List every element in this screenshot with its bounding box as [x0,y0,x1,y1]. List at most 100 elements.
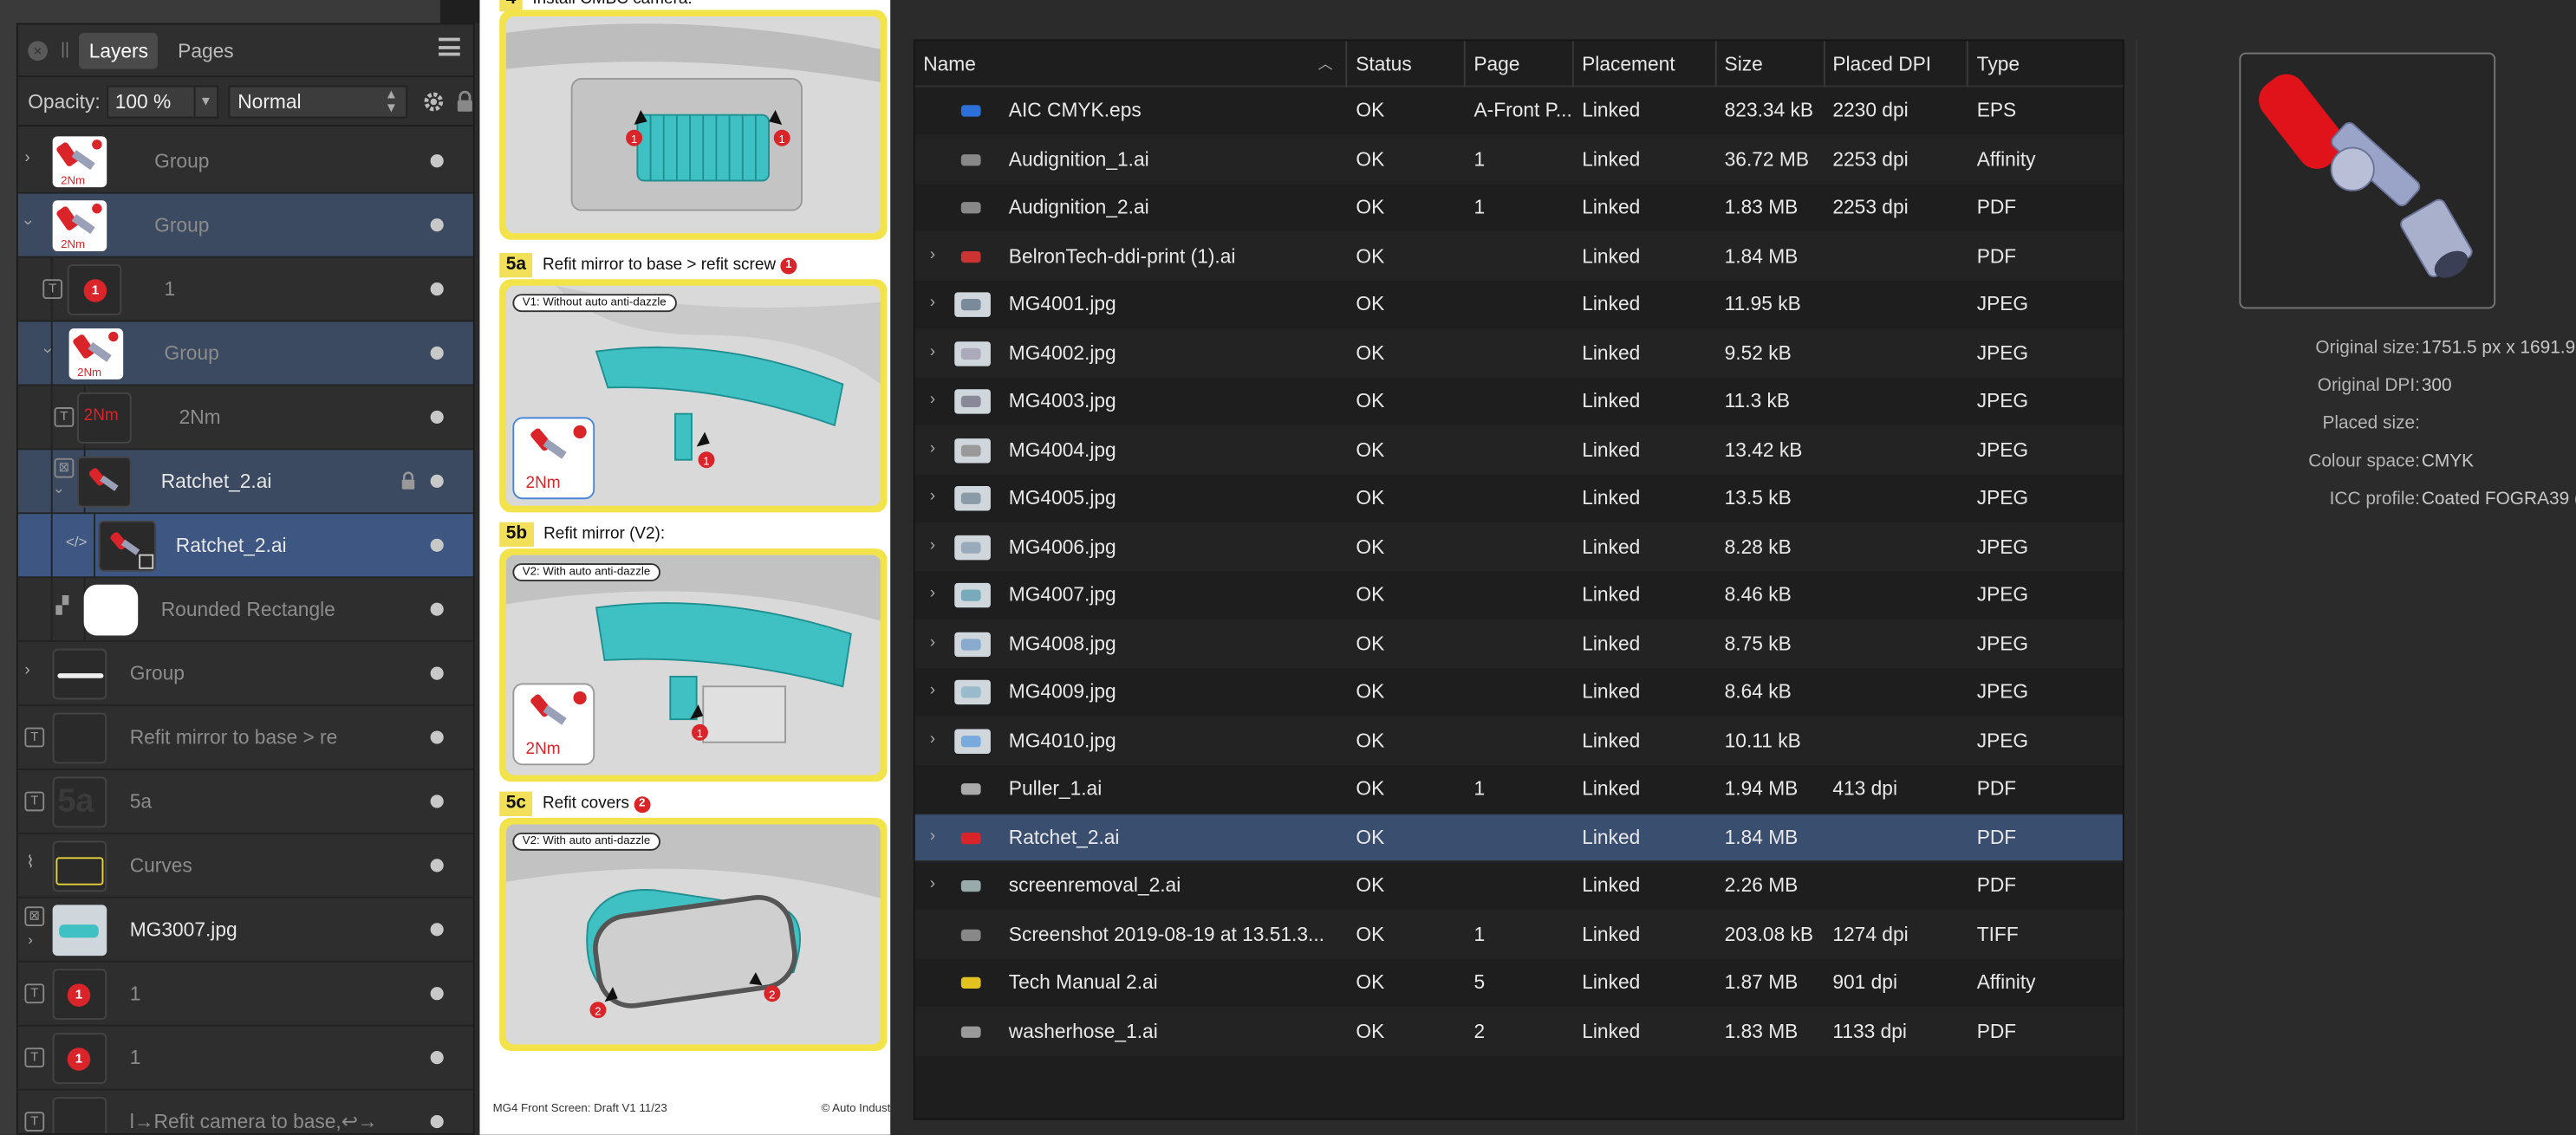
visibility-dot-icon[interactable] [430,987,444,1001]
layer-row[interactable]: T 1 1 [17,257,473,322]
collapse-arrow-icon[interactable]: › [18,220,36,225]
visibility-dot-icon[interactable] [430,346,444,360]
table-row[interactable]: › MG4010.jpg OK Linked 10.11 kB JPEG [914,717,2123,766]
table-row[interactable]: › MG4004.jpg OK Linked 13.42 kB JPEG [914,425,2123,475]
layer-row[interactable]: ⊠ › Ratchet_2.ai [17,450,473,515]
lock-icon[interactable] [400,471,415,490]
tab-pages[interactable]: Pages [168,32,244,68]
expand-arrow-icon[interactable]: › [930,585,935,603]
layer-row[interactable]: T Refit mirror to base > re [17,706,473,770]
expand-arrow-icon[interactable]: › [24,149,29,167]
layer-row[interactable]: › Group [17,642,473,707]
close-panel-icon[interactable]: × [28,40,48,61]
layer-row[interactable]: T 1 1 [17,962,473,1027]
layer-row[interactable]: </> Ratchet_2.ai [17,514,473,579]
expand-arrow-icon[interactable]: › [930,682,935,700]
sort-ascending-icon[interactable]: ︿ [1318,40,1333,86]
column-header-name[interactable]: Name ︿ [915,40,1348,87]
column-header-size[interactable]: Size [1716,40,1825,87]
visibility-dot-icon[interactable] [430,1114,444,1129]
cell-page: 2 [1473,1019,1486,1043]
expand-arrow-icon[interactable]: › [930,294,935,312]
visibility-dot-icon[interactable] [430,154,444,168]
visibility-dot-icon[interactable] [430,538,444,552]
table-row[interactable]: Audignition_2.ai OK 1 Linked 1.83 MB 2253 dpi… [914,184,2123,233]
visibility-dot-icon[interactable] [430,666,444,680]
tab-layers[interactable]: Layers [79,31,159,68]
layer-row[interactable]: T 2Nm 2Nm [17,386,473,451]
document-page[interactable]: 4Install CMBC camera: 1 1 5aRefit mirror [479,0,891,1135]
visibility-dot-icon[interactable] [430,602,444,616]
expand-arrow-icon[interactable]: › [930,633,935,652]
table-row[interactable]: › MG4003.jpg OK Linked 11.3 kB JPEG [914,378,2123,426]
table-row[interactable]: AIC CMYK.eps OK A-Front P... Linked 823.34 k… [914,87,2123,136]
visibility-dot-icon[interactable] [430,282,444,296]
column-header-status[interactable]: Status [1348,40,1466,87]
visibility-dot-icon[interactable] [430,794,444,808]
visibility-dot-icon[interactable] [430,1051,444,1065]
layer-row[interactable]: ▞ Rounded Rectangle [17,578,473,643]
visibility-dot-icon[interactable] [430,859,444,872]
collapse-arrow-icon[interactable]: › [52,489,68,494]
expand-arrow-icon[interactable]: › [24,662,29,680]
table-row[interactable]: › BelronTech-ddi-print (1).ai OK Linked 1.84… [914,232,2123,282]
layer-row[interactable]: › 2Nm Group [17,129,473,194]
expand-arrow-icon[interactable]: › [930,827,935,845]
torque-inset[interactable]: 2Nm [512,417,595,500]
table-row[interactable]: › MG4006.jpg OK Linked 8.28 kB JPEG [914,522,2123,572]
cell-type: JPEG [1976,535,2029,558]
cell-placement: Linked [1582,970,1641,995]
table-row[interactable]: › MG4008.jpg OK Linked 8.75 kB JPEG [914,619,2123,669]
layer-row[interactable]: T 5a 5a [17,769,473,834]
table-row[interactable]: washerhose_1.ai OK 2 Linked 1.83 MB 1133 dpi P… [914,1007,2123,1056]
visibility-dot-icon[interactable] [430,474,444,488]
opacity-input[interactable]: 100 % [107,84,196,118]
table-row[interactable]: › screenremoval_2.ai OK Linked 2.26 MB PDF [914,862,2123,911]
table-row[interactable]: Audignition_1.ai OK 1 Linked 36.72 MB 2253 dp… [914,135,2123,185]
expand-arrow-icon[interactable]: › [930,342,935,360]
opacity-dropdown-icon[interactable]: ▼ [195,84,218,118]
blend-mode-select[interactable]: Normal ▲ ▼ [227,84,408,118]
collapse-arrow-icon[interactable]: › [38,348,56,353]
expand-arrow-icon[interactable]: › [930,875,935,893]
select-arrows-icon: ▲ ▼ [384,86,398,114]
expand-arrow-icon[interactable]: › [930,730,935,749]
expand-arrow-icon[interactable]: › [930,439,935,457]
column-header-placed-dpi[interactable]: Placed DPI [1825,40,1969,87]
column-header-placement[interactable]: Placement [1574,40,1717,87]
expand-arrow-icon[interactable]: › [930,391,935,409]
column-header-page[interactable]: Page [1466,40,1574,87]
cell-dpi: 1133 dpi [1832,1019,1907,1043]
layer-row[interactable]: T 1 1 [17,1026,473,1091]
lock-icon[interactable] [457,90,473,112]
table-row[interactable]: › Ratchet_2.ai OK Linked 1.84 MB PDF [914,814,2123,863]
torque-inset[interactable]: 2Nm [512,683,595,766]
visibility-dot-icon[interactable] [430,730,444,744]
table-row[interactable]: › MG4002.jpg OK Linked 9.52 kB JPEG [914,329,2123,378]
table-row[interactable]: Screenshot 2019-08-19 at 13.51.3... OK 1 Li… [914,911,2123,959]
expand-arrow-icon[interactable]: › [930,536,935,555]
table-row[interactable]: › MG4007.jpg OK Linked 8.46 kB JPEG [914,572,2123,620]
table-row[interactable]: › MG4009.jpg OK Linked 8.64 kB JPEG [914,668,2123,717]
table-row[interactable]: › MG4001.jpg OK Linked 11.95 kB JPEG [914,281,2123,330]
layer-row[interactable]: ⊠ › MG3007.jpg [17,898,473,963]
panel-menu-icon[interactable] [439,37,460,56]
layer-row[interactable]: › 2Nm Group [17,321,473,386]
table-row[interactable]: › MG4005.jpg OK Linked 13.5 kB JPEG [914,475,2123,523]
visibility-dot-icon[interactable] [430,923,444,937]
layer-row[interactable]: ⌇ Curves [17,833,473,898]
layer-thumbnail [98,520,157,572]
gear-icon[interactable] [422,89,445,113]
table-row[interactable]: Puller_1.ai OK 1 Linked 1.94 MB 413 dpi PDF [914,765,2123,814]
panel-grip-icon[interactable]: || [61,41,69,59]
layer-row[interactable]: T l→Refit camera to base,↩→ [17,1090,473,1133]
expand-arrow-icon[interactable]: › [930,488,935,506]
cell-placement: Linked [1582,99,1641,122]
layer-row[interactable]: › 2Nm Group [17,193,473,258]
visibility-dot-icon[interactable] [430,410,444,425]
column-header-type[interactable]: Type [1968,40,2123,86]
expand-arrow-icon[interactable]: › [930,245,935,263]
table-row[interactable]: Tech Manual 2.ai OK 5 Linked 1.87 MB 901 dpi A… [914,959,2123,1008]
expand-arrow-icon[interactable]: › [28,931,33,948]
visibility-dot-icon[interactable] [430,218,444,232]
